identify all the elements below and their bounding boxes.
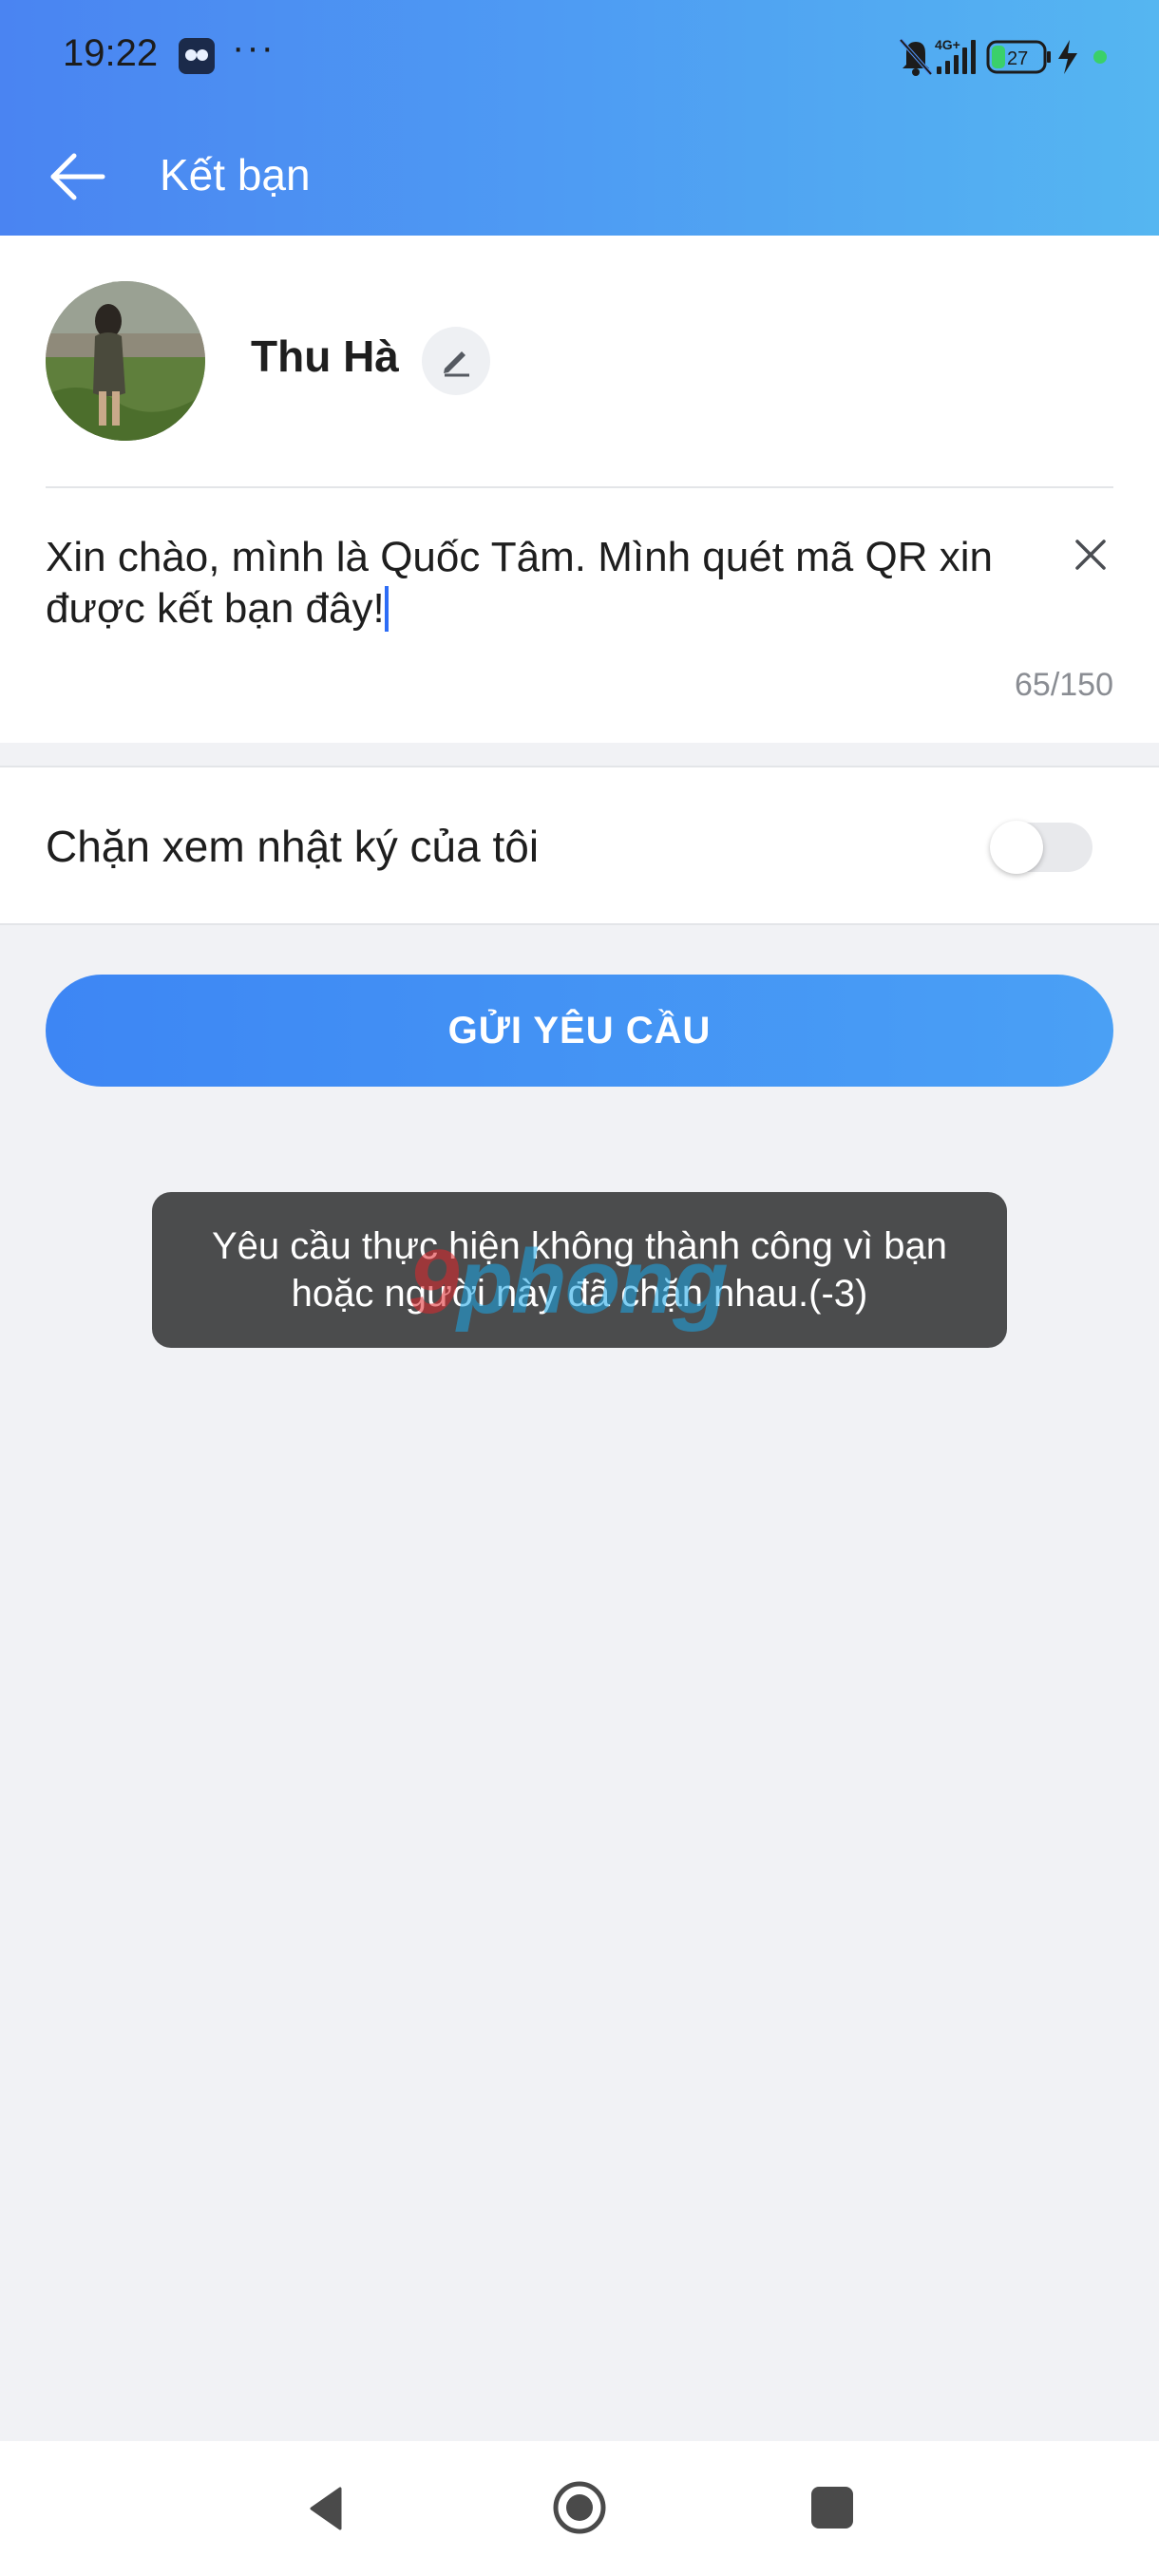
dot-indicator-icon — [1093, 50, 1107, 64]
block-diary-setting: Chặn xem nhật ký của tôi — [0, 766, 1159, 925]
avatar[interactable] — [46, 281, 205, 441]
error-toast: Yêu cầu thực hiện không thành công vì bạ… — [152, 1192, 1007, 1348]
charging-icon — [1058, 40, 1077, 74]
pencil-icon — [444, 351, 469, 377]
greeting-message-input[interactable]: Xin chào, mình là Quốc Tâm. Mình quét mã… — [46, 532, 1015, 635]
app-bar: Kết bạn — [0, 114, 1159, 236]
app-notification-icon — [179, 38, 215, 74]
toggle-knob — [990, 821, 1043, 874]
navigation-bar — [0, 2441, 1159, 2576]
text-cursor — [384, 586, 389, 632]
back-button[interactable] — [44, 142, 112, 211]
nav-home-button[interactable] — [551, 2479, 608, 2536]
clear-message-button[interactable] — [1066, 530, 1115, 579]
block-diary-toggle[interactable] — [990, 821, 1092, 874]
divider — [46, 486, 1113, 488]
status-time: 19:22 — [63, 32, 159, 74]
page-title: Kết bạn — [160, 150, 311, 199]
battery-level: 27 — [1007, 48, 1028, 69]
nav-home-icon — [553, 2481, 606, 2534]
mute-bell-icon — [899, 38, 933, 76]
edit-name-button[interactable] — [422, 327, 490, 395]
nav-back-icon — [310, 2487, 342, 2530]
arrow-left-icon — [50, 153, 105, 200]
nav-back-button[interactable] — [302, 2483, 353, 2534]
network-type: 4G+ — [935, 37, 960, 52]
send-request-button[interactable]: GỬI YÊU CẦU — [46, 975, 1113, 1087]
profile-name: Thu Hà — [251, 331, 399, 381]
status-more-icon: ··· — [232, 27, 276, 68]
block-diary-label: Chặn xem nhật ký của tôi — [46, 822, 540, 871]
status-bar: 19:22 ··· 4G+ 27 — [0, 0, 1159, 114]
battery-icon: 27 — [986, 40, 1051, 74]
close-icon — [1075, 540, 1106, 570]
header: 19:22 ··· 4G+ 27 Kết bạn — [0, 0, 1159, 236]
greeting-message-text: Xin chào, mình là Quốc Tâm. Mình quét mã… — [46, 534, 993, 632]
friend-request-card: Thu Hà Xin chào, mình là Quốc Tâm. Mình … — [0, 236, 1159, 743]
nav-recents-icon[interactable] — [811, 2487, 853, 2529]
toast-message: Yêu cầu thực hiện không thành công vì bạ… — [211, 1225, 947, 1315]
status-indicators: 4G+ 27 — [897, 34, 1115, 80]
character-counter: 65/150 — [1015, 667, 1113, 703]
